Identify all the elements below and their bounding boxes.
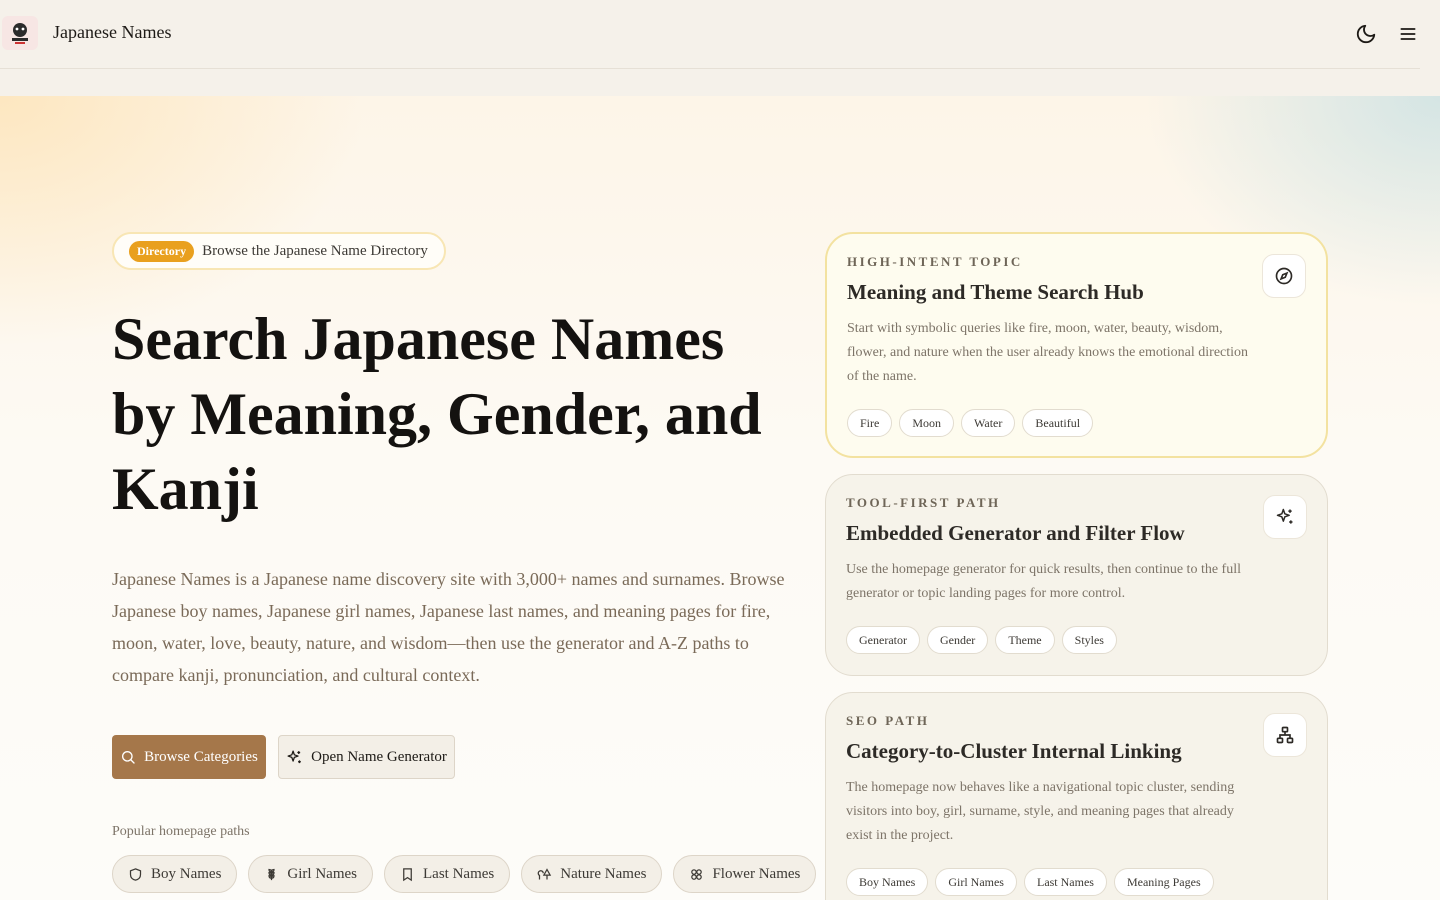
open-name-generator-label: Open Name Generator (311, 748, 447, 765)
page-title: Search Japanese Names by Meaning, Gender… (112, 306, 762, 522)
chip-nature-names[interactable]: Nature Names (521, 855, 663, 893)
moon-icon (1356, 24, 1376, 44)
sparkles-icon (1276, 508, 1293, 524)
flower-stem-icon (268, 868, 276, 880)
tag[interactable]: Last Names (1023, 868, 1107, 896)
tag[interactable]: Theme (995, 626, 1055, 654)
tag[interactable]: Beautiful (1022, 409, 1094, 437)
card-icon-box (1263, 495, 1307, 539)
search-icon (122, 751, 135, 764)
card-icon-box (1263, 713, 1307, 757)
chip-label: Last Names (423, 865, 495, 882)
chip-label: Nature Names (560, 865, 647, 882)
chip-flower-names[interactable]: Flower Names (673, 855, 817, 893)
browse-categories-button[interactable]: Browse Categories (112, 735, 266, 779)
open-name-generator-button[interactable]: Open Name Generator (278, 735, 455, 779)
chip-last-names[interactable]: Last Names (384, 855, 511, 893)
tag[interactable]: Moon (899, 409, 955, 437)
tag[interactable]: Water (961, 409, 1016, 437)
hero-description: Japanese Names is a Japanese name discov… (112, 569, 785, 685)
card-tags: Fire Moon Water Beautiful (847, 409, 1306, 437)
compass-icon (1275, 267, 1293, 285)
card-description: Use the homepage generator for quick res… (846, 562, 1241, 601)
card-title: Category-to-Cluster Internal Linking (846, 739, 1182, 763)
card-kicker: High-Intent Topic (847, 254, 1023, 269)
chip-label: Flower Names (712, 865, 801, 882)
tag[interactable]: Boy Names (846, 868, 929, 896)
badge-text: Browse the Japanese Name Directory (202, 242, 428, 259)
tag[interactable]: Generator (846, 626, 920, 654)
tag[interactable]: Meaning Pages (1113, 868, 1214, 896)
card-description: Start with symbolic queries like fire, m… (847, 321, 1249, 384)
chip-label: Boy Names (151, 865, 222, 882)
card-tags: Boy Names Girl Names Last Names Meaning … (846, 868, 1307, 896)
site-title[interactable]: Japanese Names (53, 22, 171, 43)
directory-badge[interactable]: Directory Browse the Japanese Name Direc… (112, 232, 446, 270)
tag[interactable]: Gender (926, 626, 989, 654)
card-meaning-theme-hub[interactable]: High-Intent Topic Meaning and Theme Sear… (825, 232, 1328, 458)
tag[interactable]: Girl Names (935, 868, 1017, 896)
tag[interactable]: Styles (1061, 626, 1117, 654)
badge-pill: Directory (129, 240, 195, 262)
browse-categories-label: Browse Categories (144, 748, 258, 765)
card-title: Meaning and Theme Search Hub (847, 280, 1144, 304)
card-title: Embedded Generator and Filter Flow (846, 521, 1185, 545)
card-description: The homepage now behaves like a navigati… (846, 780, 1235, 843)
popular-paths: Boy Names Girl Names Last Names Nature N… (112, 855, 817, 893)
menu-button[interactable] (1394, 20, 1422, 48)
card-icon-box (1262, 254, 1306, 298)
sparkles-icon (287, 749, 301, 763)
shield-icon (129, 867, 142, 881)
chip-label: Girl Names (287, 865, 357, 882)
network-icon (1276, 726, 1294, 744)
trees-icon (537, 867, 552, 879)
chip-boy-names[interactable]: Boy Names (112, 855, 238, 893)
theme-toggle-button[interactable] (1352, 20, 1380, 48)
clover-icon (691, 868, 703, 880)
header-bar: Japanese Names (0, 0, 1420, 69)
chip-girl-names[interactable]: Girl Names (248, 855, 373, 893)
card-category-cluster-linking[interactable]: SEO Path Category-to-Cluster Internal Li… (825, 692, 1328, 900)
tag[interactable]: Fire (847, 409, 893, 437)
card-generator-filter-flow[interactable]: Tool-First Path Embedded Generator and F… (825, 474, 1328, 676)
menu-icon (1400, 28, 1416, 40)
popular-paths-label: Popular homepage paths (112, 824, 250, 839)
bookmark-icon (403, 867, 412, 881)
card-kicker: Tool-First Path (846, 495, 1001, 510)
card-tags: Generator Gender Theme Styles (846, 626, 1307, 654)
card-kicker: SEO Path (846, 713, 930, 728)
site-logo[interactable] (2, 16, 38, 50)
site-header: Japanese Names (0, 0, 1440, 96)
